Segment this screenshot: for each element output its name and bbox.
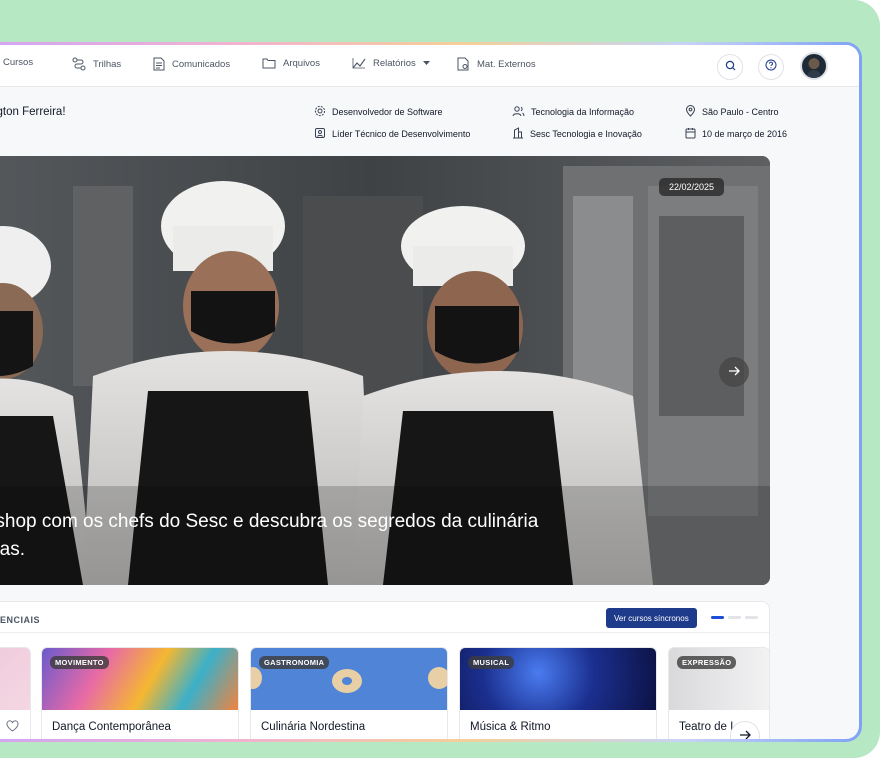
- user-role-label: Desenvolvedor de Software: [332, 107, 443, 117]
- search-button[interactable]: [717, 54, 743, 80]
- nav-item-cursos[interactable]: Cursos: [3, 57, 33, 68]
- arrow-right-icon: [739, 727, 751, 739]
- document-icon: [153, 57, 165, 71]
- nav-item-arquivos[interactable]: Arquivos: [262, 57, 320, 69]
- nav-item-label: Mat. Externos: [477, 58, 536, 70]
- hero-next-button[interactable]: [719, 357, 749, 387]
- nav-item-label: Trilhas: [93, 58, 122, 70]
- user-location-label: São Paulo - Centro: [702, 107, 779, 117]
- chevron-down-icon: [422, 60, 430, 66]
- user-department: Tecnologia da Informação: [512, 105, 634, 119]
- user-role: Desenvolvedor de Software: [314, 105, 443, 119]
- external-doc-icon: [457, 57, 470, 71]
- course-title: Dança Contemporânea: [52, 721, 171, 733]
- category-tag: EXPRESSÃO: [677, 656, 737, 669]
- hero-date-badge: 22/02/2025: [659, 178, 725, 196]
- nav-item-label: Comunicados: [172, 58, 231, 70]
- hero-caption-line: itadas.: [0, 539, 25, 560]
- carousel-indicator[interactable]: [711, 616, 758, 619]
- course-title: Teatro de I: [679, 721, 734, 733]
- users-icon: [512, 105, 525, 119]
- hero-banner[interactable]: 22/02/2025 orkshop com os chefs do Sesc …: [0, 156, 770, 585]
- category-tag: MUSICAL: [468, 656, 515, 669]
- user-company-label: Sesc Tecnologia e Inovação: [530, 129, 642, 139]
- course-title: Música & Ritmo: [470, 721, 551, 733]
- carousel-dot[interactable]: [711, 616, 724, 619]
- hero-caption: orkshop com os chefs do Sesc e descubra …: [0, 508, 669, 564]
- category-tag: GASTRONOMIA: [259, 656, 330, 669]
- trails-icon: [72, 57, 86, 71]
- section-title: ENCIAIS: [0, 615, 41, 625]
- nav-item-label: Arquivos: [283, 57, 320, 69]
- course-image: [0, 648, 30, 710]
- carousel-dot[interactable]: [728, 616, 741, 619]
- avatar[interactable]: [800, 52, 828, 80]
- user-department-label: Tecnologia da Informação: [531, 107, 635, 117]
- badge-icon: [314, 127, 326, 141]
- building-icon: [512, 127, 524, 141]
- location-pin-icon: [685, 105, 696, 119]
- user-location: São Paulo - Centro: [685, 105, 779, 119]
- app-window-frame: Cursos Trilhas Comunicados Arquivos Rela…: [0, 42, 862, 742]
- chart-icon: [352, 57, 366, 69]
- hero-caption-line: orkshop com os chefs do Sesc e descubra …: [0, 511, 539, 532]
- nav-item-label: Relatórios: [373, 57, 416, 69]
- sync-courses-button[interactable]: Ver cursos síncronos: [606, 608, 697, 628]
- course-card[interactable]: GASTRONOMIA Culinária Nordestina: [250, 647, 448, 739]
- nav-item-comunicados[interactable]: Comunicados: [153, 57, 230, 71]
- carousel-dot[interactable]: [745, 616, 758, 619]
- nav-item-trilhas[interactable]: Trilhas: [72, 57, 121, 71]
- user-title: Líder Técnico de Desenvolvimento: [314, 127, 470, 141]
- arrow-right-icon: [728, 363, 740, 381]
- user-company: Sesc Tecnologia e Inovação: [512, 127, 642, 141]
- help-button[interactable]: [758, 54, 784, 80]
- help-icon: [765, 58, 777, 76]
- user-since-label: 10 de março de 2016: [702, 129, 788, 139]
- user-title-label: Líder Técnico de Desenvolvimento: [332, 129, 471, 139]
- divider: [0, 632, 769, 633]
- course-title: Culinária Nordestina: [261, 721, 366, 733]
- search-icon: [725, 58, 736, 76]
- app-window: Cursos Trilhas Comunicados Arquivos Rela…: [0, 45, 859, 739]
- gear-icon: [314, 105, 326, 119]
- nav-item-label: Cursos: [3, 57, 34, 68]
- folder-icon: [262, 57, 276, 69]
- course-card[interactable]: [0, 647, 31, 739]
- category-tag: MOVIMENTO: [50, 656, 109, 669]
- greeting-text: ashington Ferreira!: [0, 106, 66, 118]
- calendar-icon: [685, 127, 696, 141]
- heart-icon[interactable]: [6, 719, 19, 737]
- nav-item-mat-externos[interactable]: Mat. Externos: [457, 57, 536, 71]
- nav-item-relatorios[interactable]: Relatórios: [352, 57, 430, 69]
- course-card[interactable]: MOVIMENTO Dança Contemporânea: [41, 647, 239, 739]
- top-navbar: Cursos Trilhas Comunicados Arquivos Rela…: [0, 45, 859, 87]
- user-since: 10 de março de 2016: [685, 127, 787, 141]
- course-card[interactable]: MUSICAL Música & Ritmo: [459, 647, 657, 739]
